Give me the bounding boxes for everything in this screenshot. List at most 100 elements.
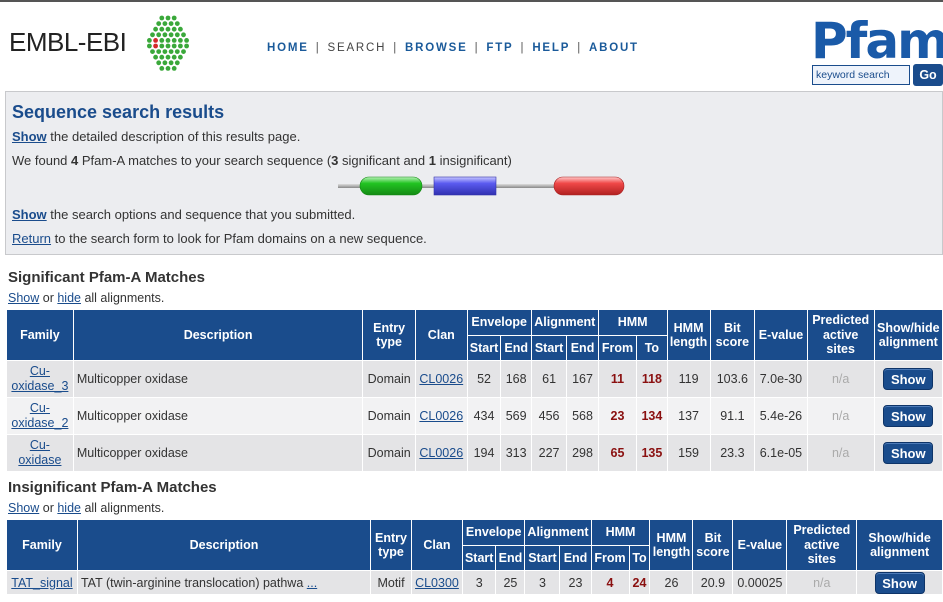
col-bit-score[interactable]: Bit score [692,519,734,571]
col-bit-score[interactable]: Bit score [709,309,756,361]
col-hmm-from[interactable]: From [590,545,630,571]
col-hmm-length[interactable]: HMM length [649,519,694,571]
clan-link[interactable]: CL0026 [419,409,463,423]
domain-cu-oxidase[interactable] [433,176,497,196]
col-env-end[interactable]: End [500,335,532,361]
return-link[interactable]: Return [12,231,51,246]
embl-ebi-logo[interactable]: EMBL-EBI [9,13,199,73]
bit-score-cell: 20.9 [692,570,734,595]
family-cell[interactable]: Cu-oxidase [6,434,74,472]
predicted-sites-cell: n/a [786,570,858,595]
family-link[interactable]: Cu-oxidase_2 [11,401,68,430]
keyword-search-input[interactable]: keyword search [812,65,910,85]
col-alignment: Alignment [524,519,592,546]
family-cell[interactable]: Cu-oxidase_3 [6,360,74,398]
show-all-alignments-link[interactable]: Show [8,501,39,515]
logo-dot [159,15,165,21]
col-env-start[interactable]: Start [461,545,497,571]
show-alignment-button[interactable]: Show [883,368,934,390]
col-hmm-to[interactable]: To [636,335,668,361]
return-line: Return to the search form to look for Pf… [12,231,427,246]
col-predicted-active-sites: Predicted active sites [786,519,858,571]
family-link[interactable]: Cu-oxidase_3 [11,364,68,393]
col-ali-end[interactable]: End [566,335,599,361]
evalue-cell: 5.4e-26 [754,397,808,435]
hmm-length-cell: 159 [666,434,711,472]
col-clan[interactable]: Clan [410,519,463,571]
hide-all-alignments-link[interactable]: hide [57,501,81,515]
logo-dot [159,43,165,49]
hmm-length-cell: 119 [666,360,711,398]
hmm-from-cell: 23 [597,397,638,435]
hmm-to-cell: 24 [628,570,651,595]
logo-dot [168,60,174,66]
env-end-cell: 313 [500,434,532,472]
col-description[interactable]: Description [76,519,372,571]
nav-separator: | [520,42,526,54]
show-alignment-button[interactable]: Show [874,571,925,594]
col-evalue[interactable]: E-value [732,519,788,571]
logo-dot [159,38,165,43]
main-nav: HOME | SEARCH | BROWSE | FTP | HELP | ABOUT [267,42,639,54]
nav-about[interactable]: ABOUT [589,42,639,54]
clan-cell: CL0300 [410,570,463,595]
hide-all-alignments-link[interactable]: hide [57,291,81,305]
logo-dot [153,38,158,43]
domain-cu-oxidase-2[interactable] [553,176,625,196]
go-button[interactable]: Go [913,64,943,86]
clan-cell: CL0026 [414,434,468,472]
logo-dot [159,54,165,60]
family-cell[interactable]: Cu-oxidase_2 [6,397,74,435]
col-env-start[interactable]: Start [466,335,502,361]
ali-start-cell: 456 [530,397,568,435]
col-env-end[interactable]: End [495,545,526,571]
logo-dot [171,43,177,49]
logo-dot [181,49,186,54]
show-alignment-cell: Show [873,397,943,435]
col-entry-type[interactable]: Entry type [362,309,416,361]
col-description[interactable]: Description [72,309,364,361]
ali-end-cell: 568 [566,397,599,435]
col-hmm-to[interactable]: To [628,545,651,571]
clan-link[interactable]: CL0300 [415,576,459,590]
show-alignment-button[interactable]: Show [883,442,934,464]
nav-search-current[interactable]: SEARCH [328,42,387,54]
bit-score-cell: 23.3 [709,434,756,472]
nav-browse[interactable]: BROWSE [405,42,468,54]
bit-score-cell: 91.1 [709,397,756,435]
col-ali-start[interactable]: Start [524,545,561,571]
domain-graphic[interactable] [332,174,627,198]
description-cell: Multicopper oxidase [72,434,364,472]
col-hmm-from[interactable]: From [597,335,638,361]
show-search-options-link[interactable]: Show [12,207,47,222]
family-link[interactable]: TAT_signal [11,576,72,590]
col-ali-end[interactable]: End [559,545,592,571]
col-evalue[interactable]: E-value [754,309,808,361]
page-header: EMBL-EBI HOME | SEARCH | BROWSE | FTP | HELP | ABO… [0,2,943,88]
col-hmm-length[interactable]: HMM length [666,309,711,361]
ali-end-cell: 167 [566,360,599,398]
family-link[interactable]: Cu-oxidase [18,438,61,467]
nav-ftp[interactable]: FTP [486,42,513,54]
col-family[interactable]: Family [6,519,78,571]
clan-link[interactable]: CL0026 [419,372,463,386]
ali-start-cell: 227 [530,434,568,472]
col-family[interactable]: Family [6,309,74,361]
col-entry-type[interactable]: Entry type [370,519,412,571]
family-cell[interactable]: TAT_signal [6,570,78,595]
logo-dot [162,21,168,26]
logo-dot [156,21,162,26]
nav-help[interactable]: HELP [532,42,570,54]
nav-home[interactable]: HOME [267,42,309,54]
show-alignment-button[interactable]: Show [883,405,934,427]
col-ali-start[interactable]: Start [530,335,568,361]
domain-cu-oxidase-3[interactable] [359,176,423,196]
show-description-link[interactable]: Show [12,129,47,144]
col-clan[interactable]: Clan [414,309,468,361]
clan-link[interactable]: CL0026 [419,446,463,460]
description-more-link[interactable]: ... [307,576,317,590]
logo-dot [156,49,162,54]
pfam-logo[interactable]: Pfam [811,10,943,66]
logo-dot [174,32,180,38]
show-all-alignments-link[interactable]: Show [8,291,39,305]
